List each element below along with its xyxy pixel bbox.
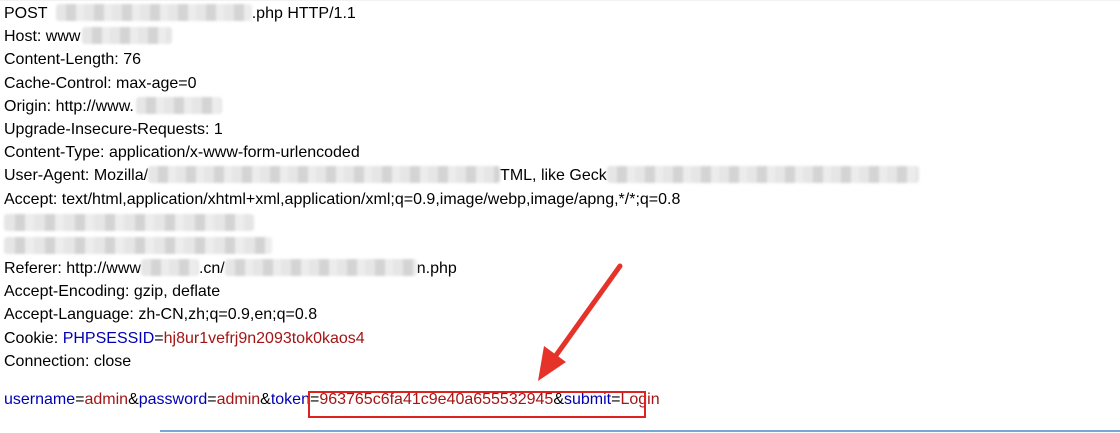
content-type-header: Content-Type: application/x-www-form-url… xyxy=(4,144,360,162)
cookie-value: hj8ur1vefrj9n2093tok0kaos4 xyxy=(163,329,365,347)
accept-language-header: Accept-Language: zh-CN,zh;q=0.9,en;q=0.8 xyxy=(4,306,318,324)
redacted-header-2-blur xyxy=(4,236,272,254)
cookie-name: PHPSESSID xyxy=(62,329,155,347)
host-header-label: Host: www xyxy=(4,28,81,46)
top-divider xyxy=(0,0,1120,1)
cache-control-header: Cache-Control: max-age=0 xyxy=(4,74,197,92)
editor-bottom-border xyxy=(160,430,1120,432)
accept-header: Accept: text/html,application/xhtml+xml,… xyxy=(4,190,681,208)
cookie-label: Cookie: xyxy=(4,329,63,347)
param-key-username: username xyxy=(4,391,76,408)
redacted-header-1-blur xyxy=(4,213,254,231)
user-agent-header: User-Agent: Mozilla/TML, like Geck xyxy=(4,164,1120,187)
param-amp-1: & xyxy=(128,391,139,408)
token-highlight-box xyxy=(308,391,646,418)
request-method: POST xyxy=(4,5,48,22)
connection-header: Connection: close xyxy=(4,352,132,370)
param-eq-username: = xyxy=(75,391,85,408)
referer-middle: .cn/ xyxy=(198,260,225,278)
redacted-referer-path xyxy=(224,259,417,277)
param-eq-password: = xyxy=(207,391,217,408)
request-line: POST .php HTTP/1.1 xyxy=(4,2,1120,25)
header-body-gap xyxy=(4,373,1120,388)
redacted-path xyxy=(55,4,252,21)
accept-encoding-header: Accept-Encoding: gzip, deflate xyxy=(4,283,221,301)
referer-header: Referer: http://www .cn/n.php xyxy=(4,257,1120,280)
user-agent-middle: TML, like Geck xyxy=(500,167,607,185)
redacted-user-agent-1 xyxy=(148,166,501,184)
redacted-origin xyxy=(135,96,222,114)
redacted-header-2 xyxy=(4,234,1120,257)
param-value-password: admin xyxy=(216,391,261,408)
referer-end: n.php xyxy=(416,260,457,278)
cookie-equals: = xyxy=(154,329,164,347)
referer-label: Referer: http://www xyxy=(4,260,141,278)
origin-header-label: Origin: http://www. xyxy=(4,97,134,115)
redacted-user-agent-2 xyxy=(606,166,919,184)
upgrade-insecure-requests-header: Upgrade-Insecure-Requests: 1 xyxy=(4,120,223,138)
redacted-host xyxy=(82,27,173,45)
param-key-password: password xyxy=(138,391,208,408)
param-value-username: admin xyxy=(84,391,129,408)
redacted-referer-domain xyxy=(140,259,199,277)
param-amp-2: & xyxy=(260,391,271,408)
http-request-view: POST .php HTTP/1.1 Host: www Content-Len… xyxy=(4,2,1120,411)
host-header: Host: www xyxy=(4,25,1120,48)
user-agent-label: User-Agent: Mozilla/ xyxy=(4,167,149,185)
redacted-header-1 xyxy=(4,211,1120,234)
cookie-header: Cookie: PHPSESSID=hj8ur1vefrj9n2093tok0k… xyxy=(4,327,1120,350)
content-length-header: Content-Length: 76 xyxy=(4,51,141,69)
param-key-token: token xyxy=(270,391,310,408)
origin-header: Origin: http://www. xyxy=(4,95,1120,118)
request-line-tail: .php HTTP/1.1 xyxy=(251,5,356,22)
